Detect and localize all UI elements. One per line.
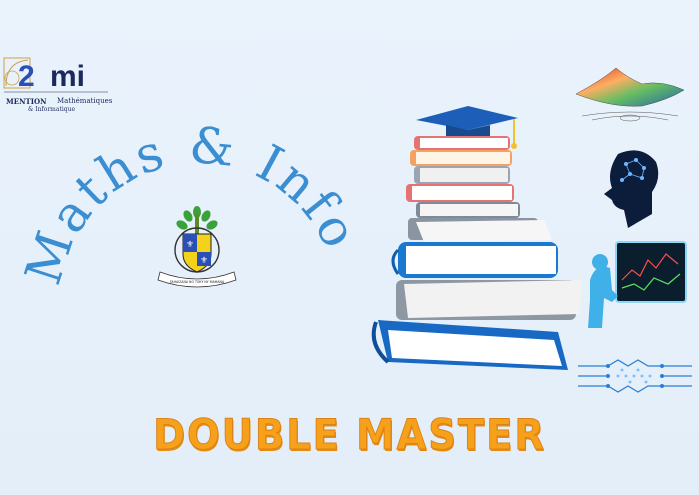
3d-surface-plot-icon bbox=[575, 67, 685, 122]
circuit-board-icon bbox=[578, 359, 692, 393]
svg-text:⚜: ⚜ bbox=[186, 240, 194, 250]
university-crest: ⚜ ⚜ FAHAIZANA NO TOKY NY MAMANA bbox=[157, 206, 237, 288]
robot-with-monitor-icon bbox=[588, 241, 687, 328]
svg-text:⚜: ⚜ bbox=[200, 256, 208, 266]
stack-of-books-icon bbox=[371, 106, 582, 370]
ai-brain-head-icon bbox=[604, 150, 659, 228]
double-master-banner: DOUBLE MASTER bbox=[153, 410, 546, 460]
poster: 2 mi MENTION Mathématiques & Informatiqu… bbox=[0, 0, 699, 495]
crest-motto: FAHAIZANA NO TOKY NY MAMANA bbox=[170, 280, 225, 284]
